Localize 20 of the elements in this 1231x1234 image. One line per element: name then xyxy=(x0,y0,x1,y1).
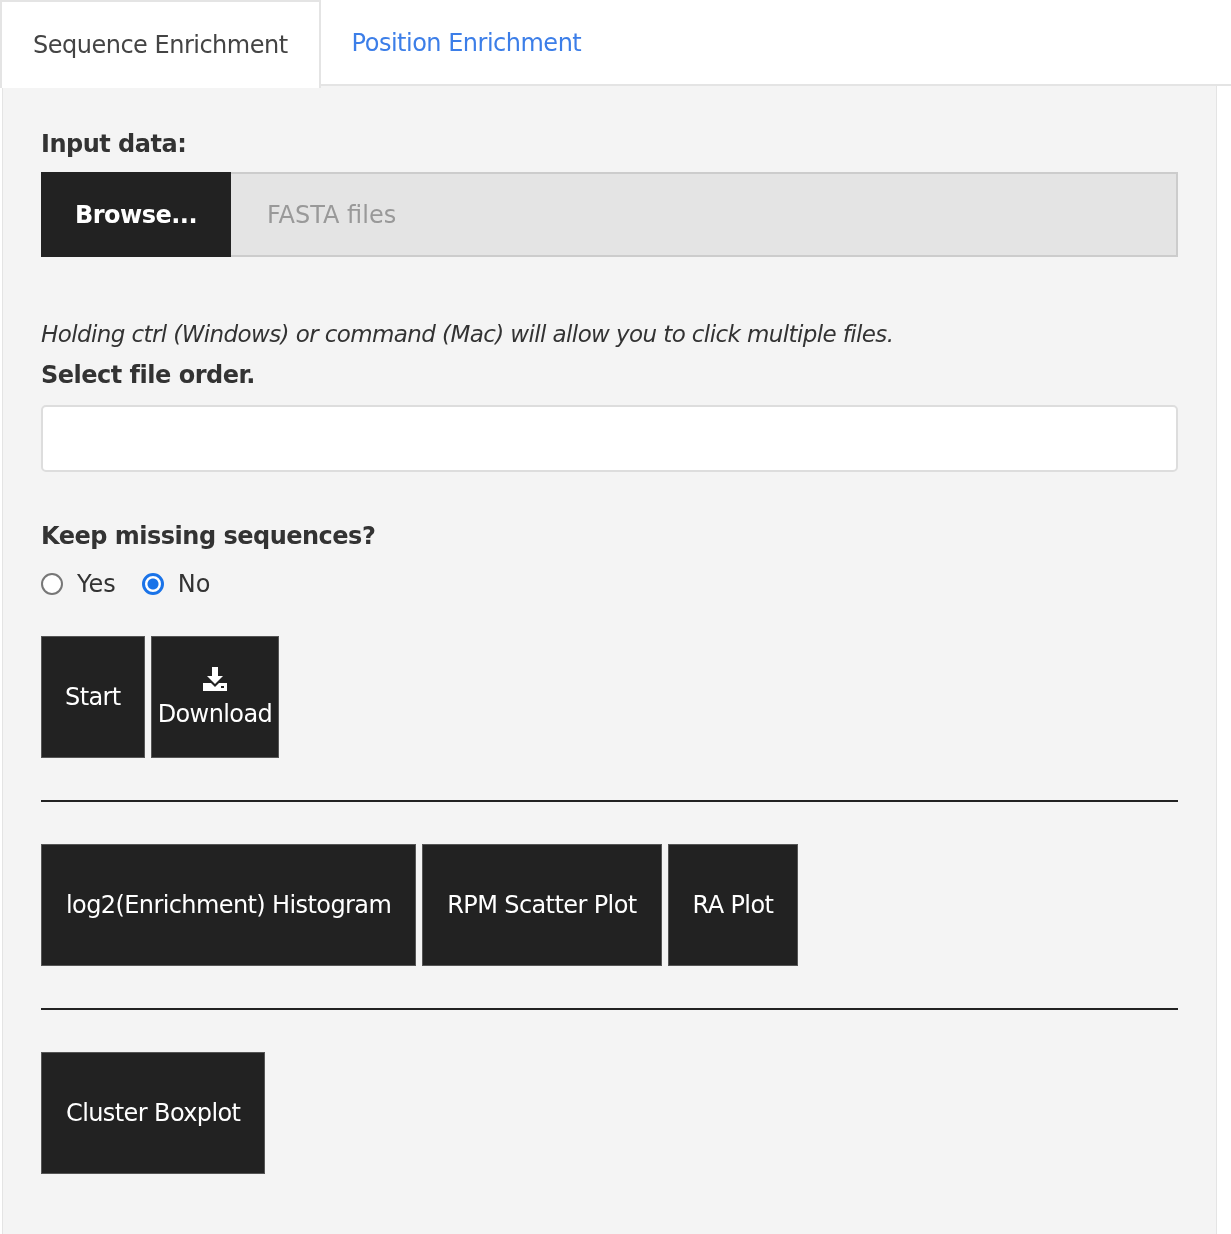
action-button[interactable]: RPM Scatter Plot xyxy=(422,844,662,966)
file-order-field[interactable] xyxy=(41,405,1178,472)
field-label: Keep missing sequences? xyxy=(41,522,377,550)
field-label: Select file order. xyxy=(41,361,256,389)
field-label: Input data: xyxy=(41,130,188,158)
tab[interactable]: Sequence Enrichment xyxy=(0,0,321,88)
action-button[interactable]: Cluster Boxplot xyxy=(41,1052,266,1174)
radio-button[interactable] xyxy=(141,573,164,595)
action-button[interactable]: Start xyxy=(41,636,145,758)
radio-button[interactable] xyxy=(41,573,63,595)
action-button[interactable]: RA Plot xyxy=(667,844,799,966)
radio-label: Yes xyxy=(77,570,116,598)
browse-button[interactable]: Browse... xyxy=(41,172,231,257)
download-button[interactable]: Download xyxy=(150,636,280,758)
file-name-field[interactable]: FASTA files xyxy=(231,172,1178,257)
action-button[interactable]: log2(Enrichment) Histogram xyxy=(41,844,417,966)
help-text: Holding ctrl (Windows) or command (Mac) will allow you to click multiple files. xyxy=(41,321,895,347)
tab[interactable]: Position Enrichment xyxy=(320,0,613,86)
download-icon xyxy=(201,666,228,692)
radio-label: No xyxy=(177,570,211,598)
